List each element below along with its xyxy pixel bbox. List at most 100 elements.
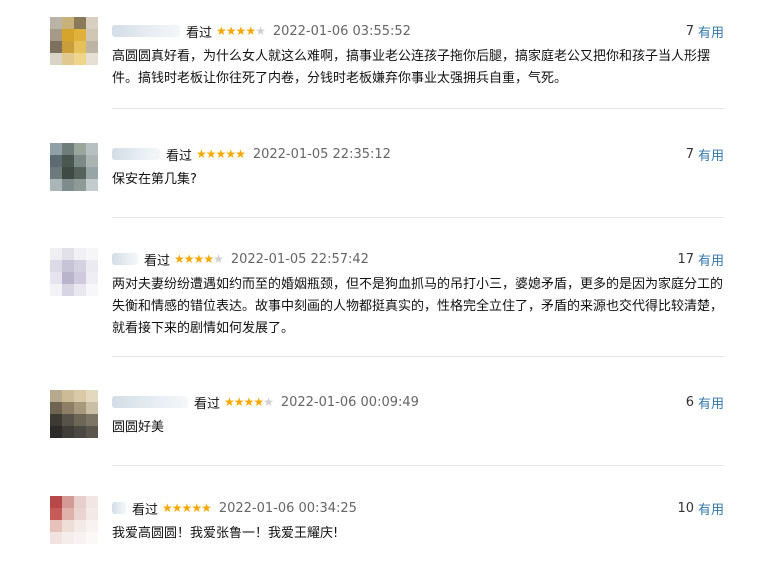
useful-button[interactable]: 有用 [698,499,724,518]
star-icon: ★ [191,501,202,515]
avatar-pixel [62,520,74,532]
avatar-pixel [62,272,74,284]
avatar-pixel [62,248,74,260]
comment-meta: 看过 ★★★★★ 2022-01-06 00:09:49 [112,392,419,412]
divider [112,217,724,218]
comment-time: 2022-01-06 00:34:25 [218,500,357,516]
avatar-pixel [74,260,86,272]
useful-count: 6 [685,394,694,410]
comment-meta: 看过 ★★★★★ 2022-01-05 22:57:42 [112,249,369,269]
avatar-pixel [74,496,86,508]
avatar-pixel [62,179,74,191]
username-redacted[interactable] [112,148,160,160]
watch-status: 看过 [166,148,193,164]
avatar-pixel [86,426,98,438]
user-avatar[interactable] [50,390,98,438]
avatar-pixel [74,53,86,65]
avatar-pixel [62,167,74,179]
avatar-pixel [50,167,62,179]
useful-count: 17 [677,251,694,267]
star-icon: ★ [263,395,274,409]
comment-text: 两对夫妻纷纷遭遇如约而至的婚姻瓶颈，但不是狗血抓马的吊打小三，婆媳矛盾，更多的是… [112,277,724,336]
avatar-pixel [50,520,62,532]
username-redacted[interactable] [112,253,138,265]
star-icon: ★ [196,147,207,161]
star-icon: ★ [213,252,224,266]
user-avatar[interactable] [50,17,98,65]
useful-vote: 6 有用 [686,392,724,412]
avatar-pixel [50,29,62,41]
comment-meta: 看过 ★★★★★ 2022-01-06 03:55:52 [112,21,411,41]
comment-meta: 看过 ★★★★★ 2022-01-06 00:34:25 [112,498,357,518]
avatar-pixel [50,284,62,296]
star-icon: ★ [183,252,195,266]
star-icon: ★ [225,24,237,38]
watch-status: 看过 [186,25,213,41]
username-redacted[interactable] [112,502,126,514]
avatar-pixel [74,155,86,167]
useful-vote: 10 有用 [677,498,724,518]
avatar-pixel [62,41,74,53]
avatar-pixel [50,248,62,260]
avatar-pixel [86,402,98,414]
rating-stars: ★★★★★ [216,24,266,38]
username-redacted[interactable] [112,25,180,37]
avatar-pixel [86,53,98,65]
avatar-pixel [62,496,74,508]
avatar-pixel [74,402,86,414]
avatar-pixel [86,17,98,29]
rating-stars: ★★★★★ [162,501,212,515]
avatar-pixel [74,143,86,155]
user-avatar[interactable] [50,143,98,191]
comment-time: 2022-01-05 22:35:12 [252,146,391,162]
avatar-pixel [74,426,86,438]
user-avatar[interactable] [50,248,98,296]
avatar-pixel [62,17,74,29]
avatar-pixel [74,414,86,426]
comment-time: 2022-01-06 00:09:49 [280,394,419,410]
divider [112,465,724,466]
avatar-pixel [74,284,86,296]
avatar-pixel [50,402,62,414]
avatar-pixel [86,167,98,179]
star-icon: ★ [203,252,214,266]
star-icon: ★ [225,147,236,161]
avatar-pixel [50,414,62,426]
useful-button[interactable]: 有用 [698,22,724,41]
avatar-pixel [62,426,74,438]
comment-text: 高圆圆真好看，为什么女人就这么难啊，搞事业老公连孩子拖你后腿，搞家庭老公又把你和… [112,49,711,86]
avatar-pixel [50,41,62,53]
avatar-pixel [74,520,86,532]
avatar-pixel [50,272,62,284]
avatar-pixel [50,496,62,508]
avatar-pixel [86,41,98,53]
avatar-pixel [62,508,74,520]
useful-button[interactable]: 有用 [698,145,724,164]
comment-text: 圆圆好美 [112,420,165,435]
avatar-pixel [50,532,62,544]
avatar-pixel [86,284,98,296]
avatar-pixel [86,520,98,532]
avatar-pixel [86,155,98,167]
useful-button[interactable]: 有用 [698,250,724,269]
avatar-pixel [50,260,62,272]
watch-status: 看过 [194,396,221,412]
avatar-pixel [86,248,98,260]
avatar-pixel [50,155,62,167]
avatar-pixel [74,248,86,260]
avatar-pixel [86,29,98,41]
useful-count: 7 [685,146,694,162]
avatar-pixel [62,260,74,272]
avatar-pixel [50,17,62,29]
username-redacted[interactable] [112,396,188,408]
avatar-pixel [62,402,74,414]
avatar-pixel [86,260,98,272]
star-icon: ★ [235,147,246,161]
useful-button[interactable]: 有用 [698,393,724,412]
comment-text: 我爱高圆圆！我爱张鲁一！我爱王耀庆! [112,526,339,541]
comment-text: 保安在第几集? [112,172,197,187]
user-avatar[interactable] [50,496,98,544]
comment-time: 2022-01-05 22:57:42 [230,251,369,267]
star-icon: ★ [215,147,227,161]
useful-vote: 17 有用 [677,249,724,269]
